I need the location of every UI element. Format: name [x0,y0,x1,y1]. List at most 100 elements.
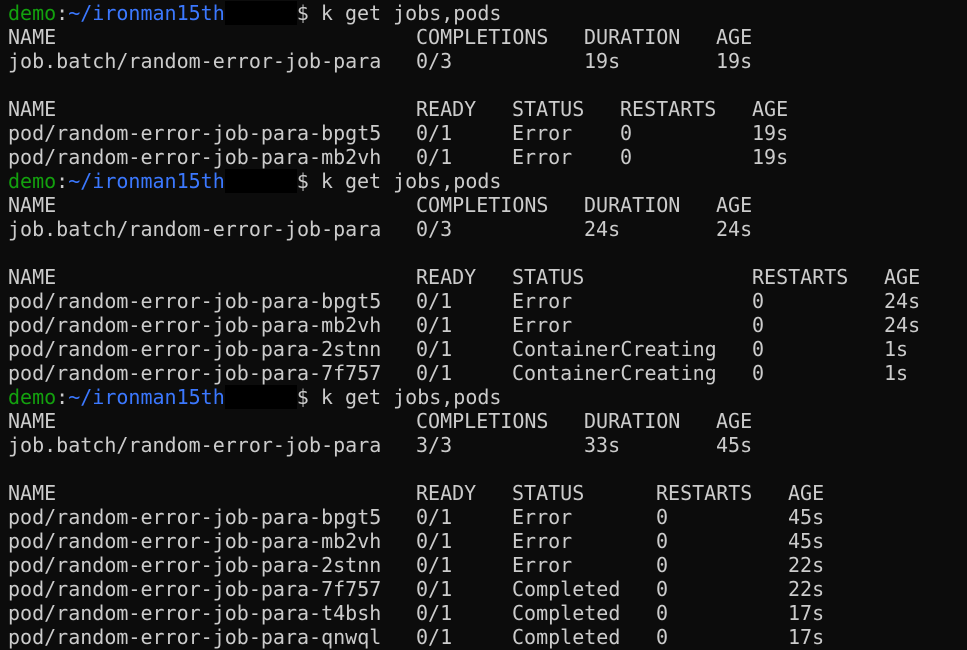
redacted-hostname [224,169,297,193]
jobs-header-row-cell: COMPLETIONS [416,193,549,217]
job-row-cell: 0/3 [416,217,453,241]
pod-row-cell: pod/random-error-job-para-mb2vh [8,529,382,553]
pods-header-row-cell: READY [416,481,477,505]
pod-row-cell: pod/random-error-job-para-7f757 [8,577,382,601]
pod-row-cell: 1s [884,361,909,385]
job-row-cell: job.batch/random-error-job-para [8,49,382,73]
pod-row: pod/random-error-job-para-2stnn 0/1 Error 0… [0,553,967,577]
prompt-separator: : [56,385,69,409]
pod-row-cell: 0/1 [416,529,453,553]
pod-row-cell: pod/random-error-job-para-t4bsh [8,601,382,625]
job-row-cell: 0/3 [416,49,453,73]
jobs-header-row-cell: AGE [716,409,753,433]
pod-row-cell: 0 [752,289,765,313]
pod-row-cell: 24s [884,289,921,313]
pod-row-cell: Error [512,529,573,553]
pod-row-cell: 0 [656,601,669,625]
pod-row-cell: 0/1 [416,313,453,337]
terminal-window[interactable]: demo:~/ironman15th $ k get jobs,pods NAME C… [0,0,967,650]
pod-row-cell: 0/1 [416,145,453,169]
prompt-symbol: $ [296,169,309,193]
jobs-header-row: NAME COMPLETIONS DURATION AGE [0,25,967,49]
pod-row-cell: 22s [788,553,825,577]
prompt-line: demo:~/ironman15th $ k get jobs,pods [0,385,967,409]
prompt-symbol: $ [296,385,309,409]
job-row-cell: job.batch/random-error-job-para [8,433,382,457]
redacted-hostname [224,1,297,25]
pods-header-row-cell: STATUS [512,481,585,505]
pod-row-cell: pod/random-error-job-para-mb2vh [8,145,382,169]
prompt-separator: : [56,169,69,193]
pod-row-cell: Error [512,289,573,313]
pods-header-row-cell: NAME [8,481,57,505]
pod-row: pod/random-error-job-para-t4bsh 0/1 Comple… [0,601,967,625]
pod-row-cell: Completed [512,577,621,601]
prompt: demo:~/ironman15th $ k get jobs,pods [8,385,501,409]
job-row-cell: 45s [716,433,753,457]
pods-header-row-cell: READY [416,97,477,121]
pod-row-cell: 0/1 [416,625,453,649]
pods-header-row-cell: NAME [8,97,57,121]
pod-row: pod/random-error-job-para-qnwql 0/1 Comple… [0,625,967,649]
job-row-cell: 24s [716,217,753,241]
pods-header-row-cell: NAME [8,265,57,289]
pod-row-cell: 0/1 [416,553,453,577]
pods-header-row: NAME READY STATUS RESTARTS AGE [0,265,967,289]
job-row-cell: job.batch/random-error-job-para [8,217,382,241]
pod-row-cell: 19s [752,121,789,145]
prompt-separator: : [56,1,69,25]
pod-row-cell: 19s [752,145,789,169]
jobs-header-row-cell: COMPLETIONS [416,409,549,433]
prompt-user: demo [8,385,57,409]
command-text: k get jobs,pods [320,385,502,409]
pod-row-cell: 0 [620,145,633,169]
job-row-cell: 3/3 [416,433,453,457]
pod-row-cell: 17s [788,625,825,649]
pod-row-cell: Error [512,121,573,145]
jobs-header-row: NAME COMPLETIONS DURATION AGE [0,193,967,217]
prompt: demo:~/ironman15th $ k get jobs,pods [8,1,501,25]
pod-row-cell: Error [512,313,573,337]
pod-row-cell: 17s [788,601,825,625]
pod-row: pod/random-error-job-para-2stnn 0/1 Contai… [0,337,967,361]
prompt-line: demo:~/ironman15th $ k get jobs,pods [0,1,967,25]
pods-header-row-cell: RESTARTS [620,97,717,121]
pod-row-cell: 0 [656,505,669,529]
command-text: k get jobs,pods [320,1,502,25]
pods-header-row-cell: READY [416,265,477,289]
pod-row-cell: 1s [884,337,909,361]
pod-row: pod/random-error-job-para-bpgt5 0/1 Error 0… [0,121,967,145]
pod-row-cell: 0 [752,361,765,385]
pod-row-cell: 0/1 [416,121,453,145]
jobs-header-row: NAME COMPLETIONS DURATION AGE [0,409,967,433]
pod-row-cell: pod/random-error-job-para-mb2vh [8,313,382,337]
job-row: job.batch/random-error-job-para 3/3 33s 45s [0,433,967,457]
pod-row-cell: pod/random-error-job-para-2stnn [8,553,382,577]
jobs-header-row-cell: NAME [8,409,57,433]
jobs-header-row-cell: NAME [8,193,57,217]
jobs-header-row-cell: NAME [8,25,57,49]
pod-row-cell: Error [512,553,573,577]
pod-row-cell: pod/random-error-job-para-2stnn [8,337,382,361]
pods-header-row-cell: STATUS [512,97,585,121]
pod-row: pod/random-error-job-para-bpgt5 0/1 Error 0… [0,505,967,529]
job-row-cell: 19s [584,49,621,73]
job-row-cell: 19s [716,49,753,73]
pod-row-cell: 45s [788,505,825,529]
redacted-hostname [224,385,297,409]
job-row-cell: 24s [584,217,621,241]
pods-header-row-cell: STATUS [512,265,585,289]
pods-header-row-cell: AGE [788,481,825,505]
pod-row: pod/random-error-job-para-mb2vh 0/1 Error 0… [0,313,967,337]
pod-row-cell: 0/1 [416,505,453,529]
pod-row-cell: 0/1 [416,289,453,313]
jobs-header-row-cell: COMPLETIONS [416,25,549,49]
pod-row-cell: 22s [788,577,825,601]
pod-row-cell: Error [512,145,573,169]
jobs-header-row-cell: DURATION [584,25,681,49]
pod-row-cell: ContainerCreating [512,361,717,385]
pod-row: pod/random-error-job-para-bpgt5 0/1 Error 0… [0,289,967,313]
pod-row-cell: pod/random-error-job-para-bpgt5 [8,289,382,313]
